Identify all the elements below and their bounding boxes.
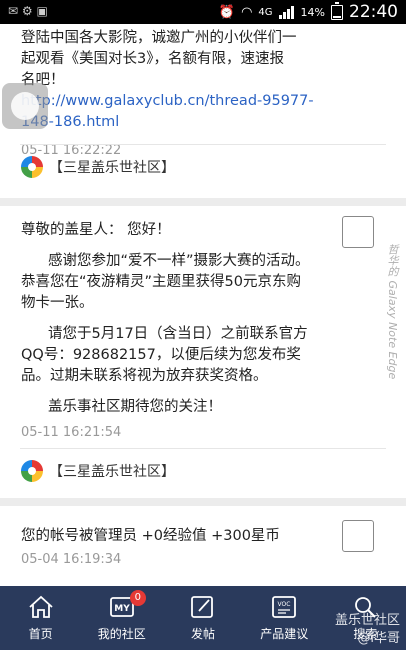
battery-percent: 14% [300,5,325,19]
message-card[interactable]: 登陆中国各大影院，诚邀广州的小伙伴们一 起观看《美国对长3》，名额有限，速速报 … [0,24,406,198]
nav-label: 首页 [28,627,53,641]
message-greeting: 尊敬的盖星人： 您好！ [21,222,171,238]
signal-icon [278,5,295,19]
source-label: 【三星盖乐世社区】 [49,464,175,480]
svg-text:MY: MY [114,604,130,614]
message-line: 品。过期未联系将视为放弃获奖资格。 [21,368,268,384]
message-source[interactable]: 【三星盖乐世社区】 [21,460,175,482]
select-checkbox[interactable] [342,216,374,248]
message-line: 恭喜您在“夜游精灵”主题里获得50元京东购 [21,274,301,290]
watermark-line: @i华哥 [357,631,400,646]
message-source[interactable]: 【三星盖乐世社区】 [21,156,175,178]
message-timestamp: 05-11 16:21:54 [21,425,122,440]
message-card[interactable]: 您的帐号被管理员 +0经验值 +300星币 05-04 16:19:34 [0,506,406,586]
wifi-icon: ◠ [241,4,253,20]
notification-badge: 0 [129,590,146,606]
message-line: 名吧！ [21,72,65,88]
message-line: QQ号：928682157，以便后续为您发布奖 [21,347,301,363]
nav-label: 我的社区 [97,627,146,641]
message-body: 尊敬的盖星人： 您好！ 感谢您参加“爱不一样”摄影大赛的活动。 恭喜您在“夜游精… [21,220,346,443]
nav-label: 发帖 [191,627,216,641]
message-link[interactable]: http://www.galaxyclub.cn/thread-95977- 14… [21,91,346,133]
nav-compose[interactable]: 发帖 [162,586,243,650]
message-list[interactable]: 登陆中国各大影院，诚邀广州的小伙伴们一 起观看《美国对长3》，名额有限，速速报 … [0,24,406,586]
status-bar: ✉ ⚙ ▣ ⏰ ◠ 4G 14% 22:40 [0,0,406,24]
screen: ✉ ⚙ ▣ ⏰ ◠ 4G 14% 22:40 登陆中国各大影院，诚邀广州的小伙伴… [0,0,406,650]
community-logo-icon [21,156,43,178]
source-label: 【三星盖乐世社区】 [49,160,175,176]
clock: 22:40 [349,2,398,22]
notification-icons: ✉ ⚙ ▣ [8,4,48,18]
message-timestamp: 05-04 16:19:34 [21,552,122,567]
divider [20,448,386,449]
battery-icon [331,1,343,20]
nav-feedback[interactable]: VOC 产品建议 [244,586,325,650]
watermark: 哲华的 Galaxy Note Edge [386,244,399,380]
feedback-icon: VOC [270,594,298,620]
message-line: 您的帐号被管理员 +0经验值 +300星币 [21,528,280,544]
assistive-touch-button[interactable] [2,83,48,129]
message-line: 物卡一张。 [21,295,94,311]
community-logo-icon [21,460,43,482]
message-line: 感谢您参加“爱不一样”摄影大赛的活动。 [48,253,310,269]
watermark-line: 盖乐世社区 [334,613,400,628]
network-label: 4G [258,6,273,18]
watermark-bottom: 盖乐世社区 @i华哥 [335,612,400,648]
compose-icon [189,594,217,620]
select-checkbox[interactable] [342,520,374,552]
message-card[interactable]: 尊敬的盖星人： 您好！ 感谢您参加“爱不一样”摄影大赛的活动。 恭喜您在“夜游精… [0,206,406,498]
nav-label: 产品建议 [260,627,309,641]
alarm-icon: ⏰ [218,4,236,20]
home-icon [27,594,55,620]
message-line: 登陆中国各大影院，诚邀广州的小伙伴们一 [21,30,297,46]
divider [20,144,386,145]
svg-text:VOC: VOC [278,601,291,608]
nav-home[interactable]: 首页 [0,586,81,650]
message-body: 您的帐号被管理员 +0经验值 +300星币 05-04 16:19:34 [21,526,346,570]
message-line: 起观看《美国对长3》，名额有限，速速报 [21,51,284,67]
message-body: 登陆中国各大影院，诚邀广州的小伙伴们一 起观看《美国对长3》，名额有限，速速报 … [21,28,346,161]
nav-my-community[interactable]: MY 0 我的社区 [81,586,162,650]
message-line: 盖乐事社区期待您的关注！ [48,399,222,415]
message-line: 请您于5月17日（含当日）之前联系官方 [48,326,308,342]
